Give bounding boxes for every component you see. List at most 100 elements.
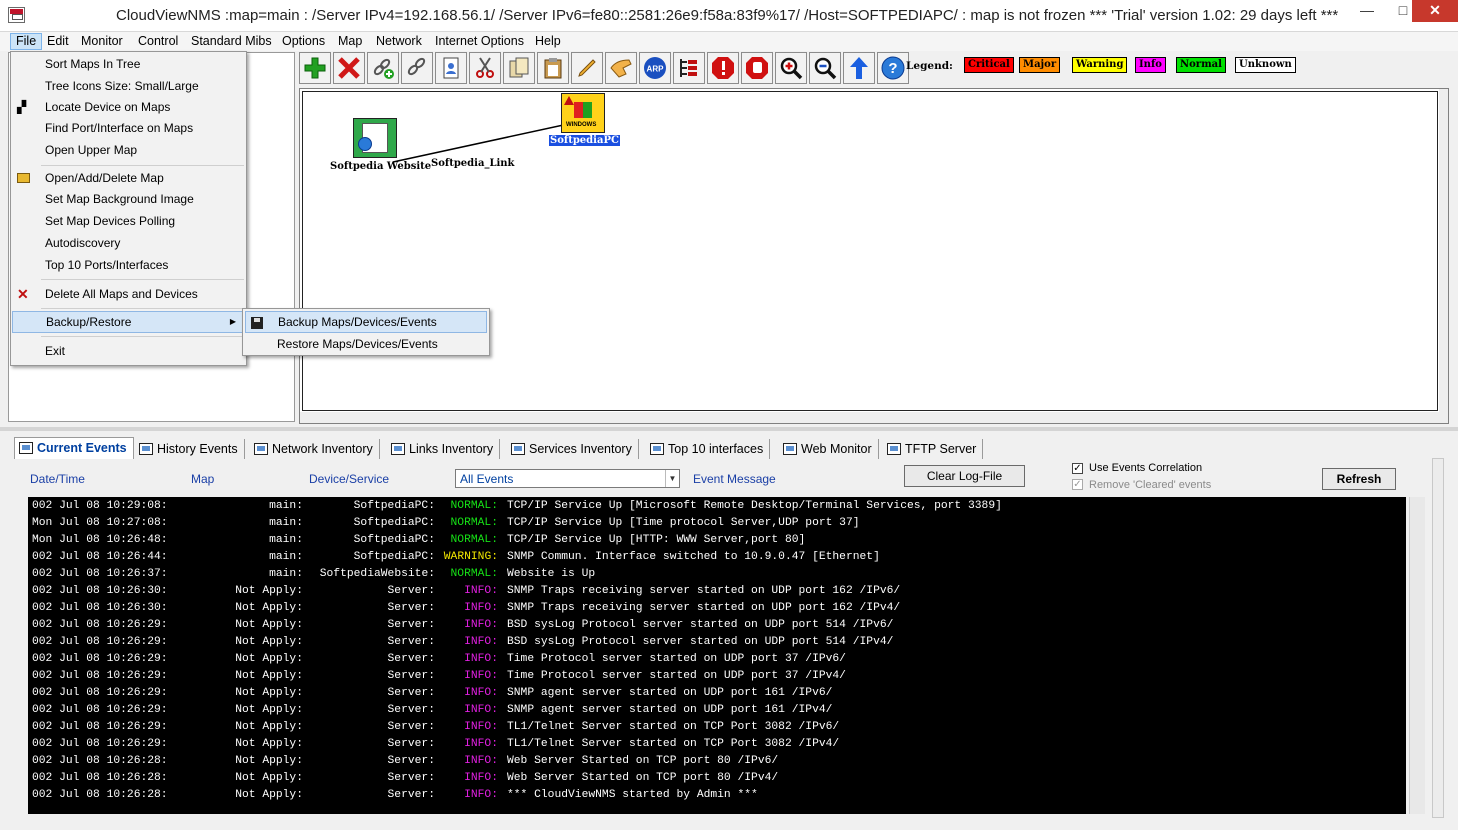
paste-button[interactable]: [537, 52, 569, 84]
event-filter-select[interactable]: All Events ▼: [455, 469, 680, 488]
menu-item-set-background[interactable]: Set Map Background Image: [12, 188, 245, 210]
log-row[interactable]: 002 Jul 08 10:26:29: Not Apply: Server: INF…: [28, 702, 1406, 719]
node-label-softpediapc[interactable]: SoftpediaPC: [549, 135, 620, 146]
map-vertical-scrollbar[interactable]: [1439, 89, 1448, 412]
edit-button[interactable]: [571, 52, 603, 84]
log-row[interactable]: Mon Jul 08 10:26:48: main: SoftpediaPC: NOR…: [28, 532, 1406, 549]
menu-monitor[interactable]: Monitor: [76, 33, 128, 50]
log-row[interactable]: 002 Jul 08 10:26:28: Not Apply: Server: INF…: [28, 753, 1406, 770]
panel-splitter[interactable]: [0, 427, 1458, 431]
remove-cleared-checkbox[interactable]: ✓: [1072, 479, 1083, 490]
minimize-button[interactable]: —: [1350, 0, 1384, 22]
ping-button[interactable]: [605, 52, 637, 84]
menu-item-exit[interactable]: Exit: [12, 340, 245, 362]
menu-internet-options[interactable]: Internet Options: [430, 33, 529, 50]
tab-current-events[interactable]: Current Events: [14, 437, 134, 459]
tab-top-10-interfaces[interactable]: Top 10 interfaces: [646, 439, 771, 459]
menu-edit[interactable]: Edit: [42, 33, 74, 50]
log-row[interactable]: 002 Jul 08 10:26:29: Not Apply: Server: INF…: [28, 634, 1406, 651]
menu-options[interactable]: Options: [277, 33, 330, 50]
tab-web-monitor[interactable]: Web Monitor: [779, 439, 879, 459]
map-canvas[interactable]: Softpedia Website Softpedia_Link WINDOWS…: [302, 91, 1438, 411]
close-button[interactable]: ✕: [1412, 0, 1458, 22]
event-log-console[interactable]: 002 Jul 08 10:29:08: main: SoftpediaPC: NOR…: [28, 497, 1406, 814]
log-severity: INFO:: [464, 772, 498, 784]
stop-alarm-button[interactable]: [707, 52, 739, 84]
menu-item-restore[interactable]: Restore Maps/Devices/Events: [245, 333, 487, 355]
menu-item-tree-icons-size[interactable]: Tree Icons Size: Small/Large: [12, 75, 245, 97]
tab-tftp-server[interactable]: TFTP Server: [883, 439, 984, 459]
add-device-button[interactable]: [299, 52, 331, 84]
dropdown-arrow-icon[interactable]: ▼: [665, 470, 679, 487]
log-row[interactable]: 002 Jul 08 10:26:30: Not Apply: Server: INF…: [28, 600, 1406, 617]
stop-polling-button[interactable]: [741, 52, 773, 84]
legend-normal: Normal: [1176, 57, 1226, 73]
delete-link-button[interactable]: [401, 52, 433, 84]
zoom-in-button[interactable]: [775, 52, 807, 84]
add-link-button[interactable]: [367, 52, 399, 84]
menu-file[interactable]: File: [10, 33, 43, 50]
tab-services-inventory[interactable]: Services Inventory: [507, 439, 639, 459]
log-message: TCP/IP Service Up [Microsoft Remote Desk…: [507, 500, 1002, 512]
delete-device-button[interactable]: [333, 52, 365, 84]
network-link[interactable]: [392, 123, 569, 163]
log-row[interactable]: 002 Jul 08 10:26:29: Not Apply: Server: INF…: [28, 668, 1406, 685]
log-row[interactable]: 002 Jul 08 10:26:28: Not Apply: Server: INF…: [28, 770, 1406, 787]
menu-item-locate-device[interactable]: ▞ Locate Device on Maps: [12, 96, 245, 118]
link-label[interactable]: Softpedia_Link: [431, 158, 514, 169]
log-row[interactable]: 002 Jul 08 10:26:28: Not Apply: Server: INF…: [28, 787, 1406, 804]
log-row[interactable]: 002 Jul 08 10:26:29: Not Apply: Server: INF…: [28, 617, 1406, 634]
tab-network-inventory[interactable]: Network Inventory: [250, 439, 380, 459]
tab-history-events[interactable]: History Events: [135, 439, 245, 459]
network-map[interactable]: Softpedia Website Softpedia_Link WINDOWS…: [299, 88, 1449, 424]
menu-map[interactable]: Map: [333, 33, 367, 50]
menu-item-open-add-delete-map[interactable]: Open/Add/Delete Map: [12, 167, 245, 189]
log-row[interactable]: 002 Jul 08 10:26:29: Not Apply: Server: INF…: [28, 651, 1406, 668]
menu-item-top-10-ports[interactable]: Top 10 Ports/Interfaces: [12, 254, 245, 276]
log-row[interactable]: 002 Jul 08 10:26:44: main: SoftpediaPC: WAR…: [28, 549, 1406, 566]
menu-item-sort-maps[interactable]: Sort Maps In Tree: [12, 53, 245, 75]
log-row[interactable]: 002 Jul 08 10:29:08: main: SoftpediaPC: NOR…: [28, 498, 1406, 515]
menu-help[interactable]: Help: [530, 33, 566, 50]
panel-vertical-scrollbar[interactable]: [1432, 458, 1444, 818]
zoom-out-button[interactable]: [809, 52, 841, 84]
tab-links-inventory[interactable]: Links Inventory: [387, 439, 501, 459]
log-row[interactable]: 002 Jul 08 10:26:29: Not Apply: Server: INF…: [28, 685, 1406, 702]
menu-item-open-upper-map[interactable]: Open Upper Map: [12, 139, 245, 161]
log-severity: INFO:: [464, 687, 498, 699]
windows-pc-device-icon[interactable]: WINDOWS: [561, 93, 605, 133]
menu-item-delete-all[interactable]: ✕ Delete All Maps and Devices: [12, 283, 245, 305]
upper-map-button[interactable]: [843, 52, 875, 84]
log-row[interactable]: 002 Jul 08 10:26:29: Not Apply: Server: INF…: [28, 736, 1406, 753]
menu-network[interactable]: Network: [371, 33, 427, 50]
log-vertical-scrollbar[interactable]: [1409, 497, 1425, 814]
legend-info: Info: [1135, 57, 1166, 73]
help-button[interactable]: ?: [877, 52, 909, 84]
menu-control[interactable]: Control: [133, 33, 183, 50]
menu-item-find-port[interactable]: Find Port/Interface on Maps: [12, 117, 245, 139]
log-row[interactable]: 002 Jul 08 10:26:30: Not Apply: Server: INF…: [28, 583, 1406, 600]
map-horizontal-scrollbar[interactable]: [300, 412, 1448, 423]
tree-view-button[interactable]: [673, 52, 705, 84]
log-row[interactable]: Mon Jul 08 10:27:08: main: SoftpediaPC: NOR…: [28, 515, 1406, 532]
menu-standard-mibs[interactable]: Standard Mibs: [186, 33, 277, 50]
clear-log-button[interactable]: Clear Log-File: [904, 465, 1025, 487]
log-row[interactable]: 002 Jul 08 10:26:37: main: SoftpediaWebsit…: [28, 566, 1406, 583]
events-correlation-checkbox[interactable]: ✓: [1072, 463, 1083, 474]
arp-button[interactable]: ARP: [639, 52, 671, 84]
menu-item-backup[interactable]: Backup Maps/Devices/Events: [245, 311, 487, 333]
menu-item-devices-polling[interactable]: Set Map Devices Polling: [12, 210, 245, 232]
log-device: Server:: [387, 670, 435, 682]
menu-item-backup-restore[interactable]: Backup/Restore ▶: [12, 311, 245, 333]
cut-button[interactable]: [469, 52, 501, 84]
log-message: TCP/IP Service Up [Time protocol Server,…: [507, 517, 860, 529]
app-icon[interactable]: [8, 7, 25, 23]
log-row[interactable]: 002 Jul 08 10:26:29: Not Apply: Server: INF…: [28, 719, 1406, 736]
node-label-website[interactable]: Softpedia Website: [330, 161, 431, 172]
website-device-icon[interactable]: [353, 118, 397, 158]
device-properties-button[interactable]: [435, 52, 467, 84]
menu-item-autodiscovery[interactable]: Autodiscovery: [12, 232, 245, 254]
copy-button[interactable]: [503, 52, 535, 84]
refresh-button[interactable]: Refresh: [1322, 468, 1396, 490]
monitor-icon: [139, 443, 153, 455]
